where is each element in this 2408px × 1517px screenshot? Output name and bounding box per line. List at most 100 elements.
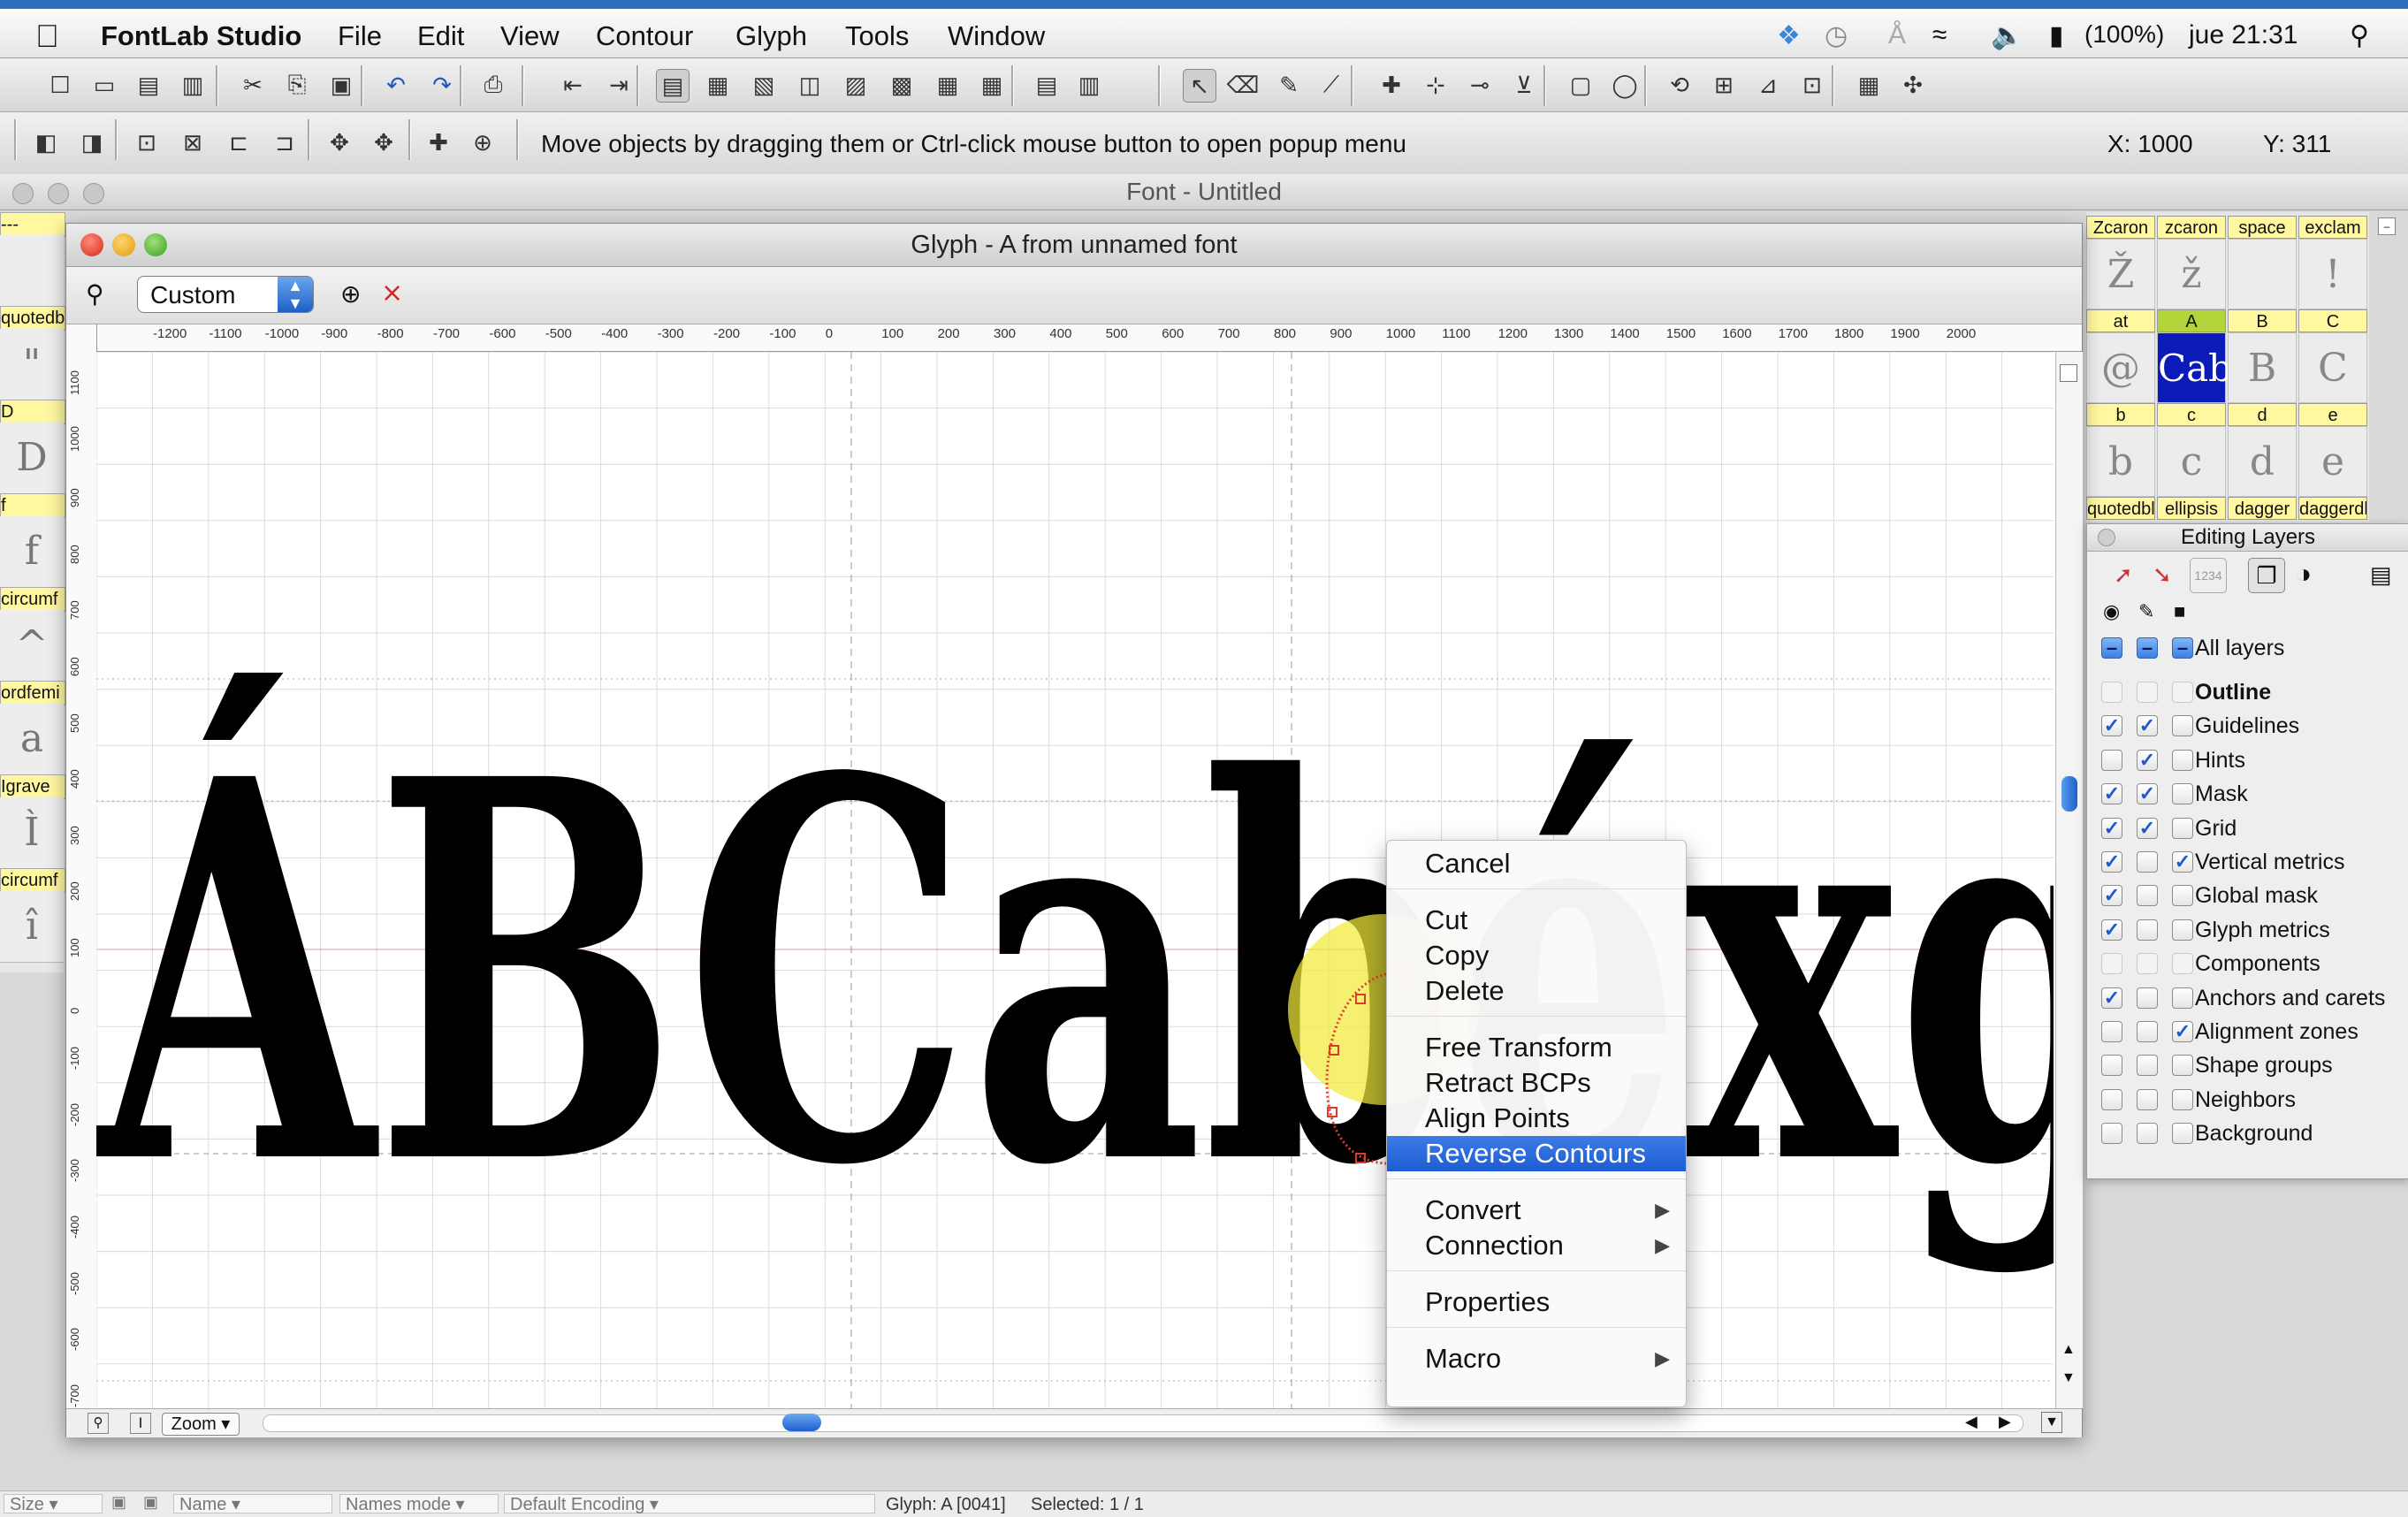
palette-icon[interactable]: ▦ <box>1853 69 1885 101</box>
kerning-mode-icon[interactable]: ▣ <box>143 1493 158 1512</box>
layer-visible-checkbox[interactable] <box>2101 1088 2122 1110</box>
menu-arrow-icon[interactable]: ▼ <box>2041 1412 2062 1433</box>
layer-row-shape-groups[interactable]: Shape groups <box>2101 1051 2402 1081</box>
size-select[interactable]: Size ▾ <box>4 1494 103 1514</box>
scroll-down-icon[interactable]: ▼ <box>2061 1370 2076 1386</box>
hinting-icon[interactable]: ✣ <box>1897 69 1929 101</box>
opentype-icon[interactable]: ◫ <box>794 69 826 101</box>
menu-item-copy[interactable]: Copy <box>1387 938 1686 973</box>
new-icon[interactable]: ☐ <box>44 69 76 101</box>
lock-icon[interactable]: ⚲ <box>88 1413 109 1434</box>
menu-file[interactable]: File <box>338 20 382 52</box>
glyph-cell-selected[interactable]: Cab <box>2157 332 2232 403</box>
glyph-window-titlebar[interactable]: Glyph - A from unnamed font <box>66 224 2082 267</box>
layer-row-mask[interactable]: ✓ ✓ Mask <box>2101 780 2402 810</box>
menu-item-align-points[interactable]: Align Points <box>1387 1101 1686 1136</box>
scale-icon[interactable]: ⊞ <box>1708 69 1740 101</box>
layer-visible-checkbox[interactable]: ✓ <box>2101 885 2122 907</box>
left-cell-label[interactable]: quotedbl <box>0 306 65 331</box>
left-cell-glyph[interactable]: a <box>0 704 64 775</box>
left-cell-glyph[interactable]: " <box>0 329 64 400</box>
layer-visible-checkbox[interactable]: ✓ <box>2101 783 2122 805</box>
layer-lock-checkbox[interactable] <box>2172 1088 2193 1110</box>
menu-item-reverse-contours[interactable]: Reverse Contours <box>1387 1136 1686 1171</box>
glyph-cell[interactable]: @ <box>2086 332 2155 403</box>
layer-visible-checkbox[interactable] <box>2101 1021 2122 1042</box>
glyph-cell-label[interactable]: dagger <box>2228 497 2297 520</box>
menu-item-properties[interactable]: Properties <box>1387 1284 1686 1320</box>
layer-visible-checkbox[interactable] <box>2101 749 2122 771</box>
glyph-cell[interactable]: b <box>2086 426 2155 497</box>
layer-lock-checkbox[interactable] <box>2172 1055 2193 1077</box>
layer-editable-checkbox[interactable] <box>2137 1088 2158 1110</box>
layers-icon[interactable]: ▧ <box>748 69 780 101</box>
glyph-cell[interactable]: B <box>2228 332 2297 403</box>
layer-row-components[interactable]: Components <box>2101 949 2402 980</box>
layer-row-anchors-and-carets[interactable]: ✓ Anchors and carets <box>2101 984 2402 1014</box>
menu-window[interactable]: Window <box>948 20 1045 52</box>
glyph-cell[interactable]: ž <box>2157 239 2226 309</box>
layer-lock-checkbox[interactable] <box>2172 987 2193 1009</box>
glyph-cell-label[interactable]: e <box>2298 403 2367 426</box>
measure-off-icon[interactable]: ⨯ <box>381 278 403 309</box>
align-icon[interactable]: ✚ <box>423 126 454 158</box>
grid-icon[interactable]: ▦ <box>976 69 1008 101</box>
layer-visible-checkbox[interactable]: ✓ <box>2101 817 2122 839</box>
glyph-cell[interactable]: C <box>2298 332 2367 403</box>
classes-icon[interactable]: ▨ <box>840 69 872 101</box>
layer-row-neighbors[interactable]: Neighbors <box>2101 1086 2402 1116</box>
select-icon[interactable]: ⊡ <box>131 126 163 158</box>
layer-editable-checkbox[interactable]: ✓ <box>2137 715 2158 737</box>
glyph-cell-label[interactable]: quotedbl <box>2086 497 2155 520</box>
layer-row-outline[interactable]: Outline <box>2101 678 2402 708</box>
glyph-canvas[interactable]: ÁBCabéxg <box>96 352 2054 1408</box>
left-cell-label[interactable]: circumf <box>0 868 65 893</box>
vertical-scrollbar[interactable]: ▲ ▼ <box>2055 352 2083 1408</box>
layer-row-glyph-metrics[interactable]: ✓ Glyph metrics <box>2101 916 2402 946</box>
center-icon[interactable]: ⊕ <box>467 126 499 158</box>
app-menu[interactable]: FontLab Studio <box>101 20 301 52</box>
menu-item-delete[interactable]: Delete <box>1387 973 1686 1009</box>
corner-node-icon[interactable]: ⊻ <box>1508 69 1540 101</box>
menu-item-retract-bcps[interactable]: Retract BCPs <box>1387 1065 1686 1101</box>
open-icon[interactable]: ▭ <box>88 69 120 101</box>
layer-visible-checkbox[interactable] <box>2101 953 2122 975</box>
layer-editable-checkbox[interactable] <box>2137 1055 2158 1077</box>
scroll-up-icon[interactable]: ▲ <box>2061 1342 2076 1358</box>
layer-visible-checkbox[interactable]: ✓ <box>2101 851 2122 873</box>
layer-editable-checkbox[interactable]: ✓ <box>2137 749 2158 771</box>
glyph-cell-label[interactable]: b <box>2086 403 2155 426</box>
node-tool-icon[interactable]: ➚ <box>2114 561 2133 589</box>
menu-view[interactable]: View <box>500 20 560 52</box>
layer-lock-checkbox[interactable] <box>2172 783 2193 805</box>
table-icon[interactable]: ▦ <box>702 69 734 101</box>
print-icon[interactable]: ⎙ <box>477 69 509 101</box>
vertical-scroll-thumb[interactable] <box>2061 776 2077 812</box>
left-cell-glyph[interactable]: f <box>0 516 64 588</box>
glyph-cell-label[interactable]: c <box>2157 403 2226 426</box>
glyph-cell[interactable] <box>2228 239 2297 309</box>
glyph-cell[interactable]: ! <box>2298 239 2367 309</box>
layer-editable-checkbox[interactable] <box>2137 1021 2158 1042</box>
time-machine-icon[interactable]: ◷ <box>1825 20 1848 51</box>
left-cell-label[interactable]: D <box>0 400 65 424</box>
font-info-icon[interactable]: ▤ <box>656 69 690 103</box>
glyph-cell-label[interactable]: space <box>2228 216 2297 239</box>
menu-edit[interactable]: Edit <box>417 20 464 52</box>
cut-icon[interactable]: ✂ <box>237 69 269 101</box>
all-editable-toggle[interactable]: – <box>2137 637 2158 659</box>
open-path-icon[interactable]: ◧ <box>30 126 62 158</box>
layer-editable-checkbox[interactable]: ✓ <box>2137 817 2158 839</box>
layer-lock-checkbox[interactable] <box>2172 817 2193 839</box>
left-cell-label[interactable]: Igrave <box>0 774 65 799</box>
undo-icon[interactable]: ↶ <box>380 69 412 101</box>
contour-tool-icon[interactable]: ➘ <box>2153 561 2172 589</box>
clock[interactable]: jue 21:31 <box>2189 20 2298 50</box>
layer-visible-checkbox[interactable]: ✓ <box>2101 987 2122 1009</box>
menu-contour[interactable]: Contour <box>596 20 693 52</box>
layer-editable-checkbox[interactable] <box>2137 682 2158 703</box>
horizontal-scroll-track[interactable] <box>263 1414 2023 1432</box>
left-cell-glyph[interactable]: D <box>0 423 64 494</box>
close-icon[interactable] <box>2098 529 2115 546</box>
glyph-cell-label[interactable]: zcaron <box>2157 216 2226 239</box>
